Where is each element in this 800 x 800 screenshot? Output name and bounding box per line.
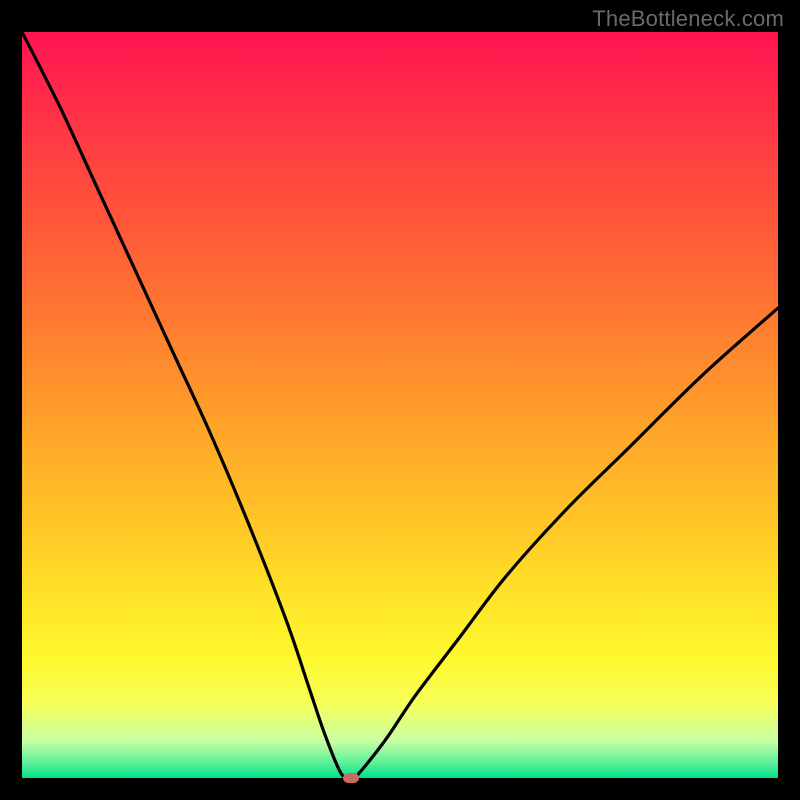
bottleneck-curve [22, 32, 778, 778]
optimum-marker [343, 773, 359, 783]
chart-frame: TheBottleneck.com [0, 0, 800, 800]
watermark-text: TheBottleneck.com [592, 6, 784, 32]
chart-plot-area [22, 32, 778, 778]
